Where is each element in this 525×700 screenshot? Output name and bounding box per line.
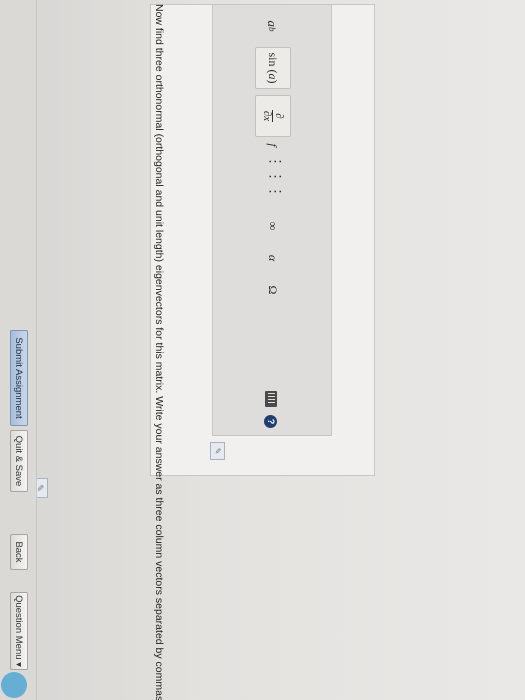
matrix-button[interactable]: ⋮⋮⋮ [263, 155, 285, 200]
sin-button[interactable]: sin (a) [255, 47, 291, 89]
page: Now find three orthonormal (orthogonal a… [0, 0, 525, 700]
back-button[interactable]: Back [10, 534, 28, 570]
quit-save-button[interactable]: Quit & Save [10, 430, 28, 492]
math-answer-editor[interactable]: ab sin (a) ∂ ∂x f ⋮⋮⋮ ∞ α Ω ? [212, 4, 332, 436]
math-toolbar: ab sin (a) ∂ ∂x f ⋮⋮⋮ ∞ α Ω ? [213, 5, 331, 435]
infinity-button[interactable]: ∞ [263, 217, 283, 235]
cursor-icon [1, 672, 27, 698]
question-prompt: Now find three orthonormal (orthogonal a… [153, 4, 165, 700]
power-button[interactable]: ab [261, 13, 283, 39]
alpha-button[interactable]: α [263, 249, 283, 267]
bottom-action-bar: Submit Assignment Quit & Save Back Quest… [0, 0, 37, 700]
help-icon[interactable]: ? [264, 415, 277, 428]
partial-numerator: ∂ [272, 110, 286, 122]
partial-derivative-button[interactable]: ∂ ∂x [255, 95, 291, 137]
submit-assignment-button[interactable]: Submit Assignment [10, 330, 28, 426]
function-f-label: f [266, 143, 281, 147]
omega-button[interactable]: Ω [263, 281, 283, 299]
edit-answer-icon[interactable]: ✎ [210, 442, 225, 460]
keyboard-icon[interactable] [265, 391, 277, 407]
sin-arg: a [266, 73, 281, 80]
partial-denominator: ∂x [261, 110, 274, 122]
question-menu-button[interactable]: Question Menu ▾ [10, 592, 28, 670]
sin-label: sin [266, 52, 281, 67]
power-exponent: b [267, 27, 277, 32]
